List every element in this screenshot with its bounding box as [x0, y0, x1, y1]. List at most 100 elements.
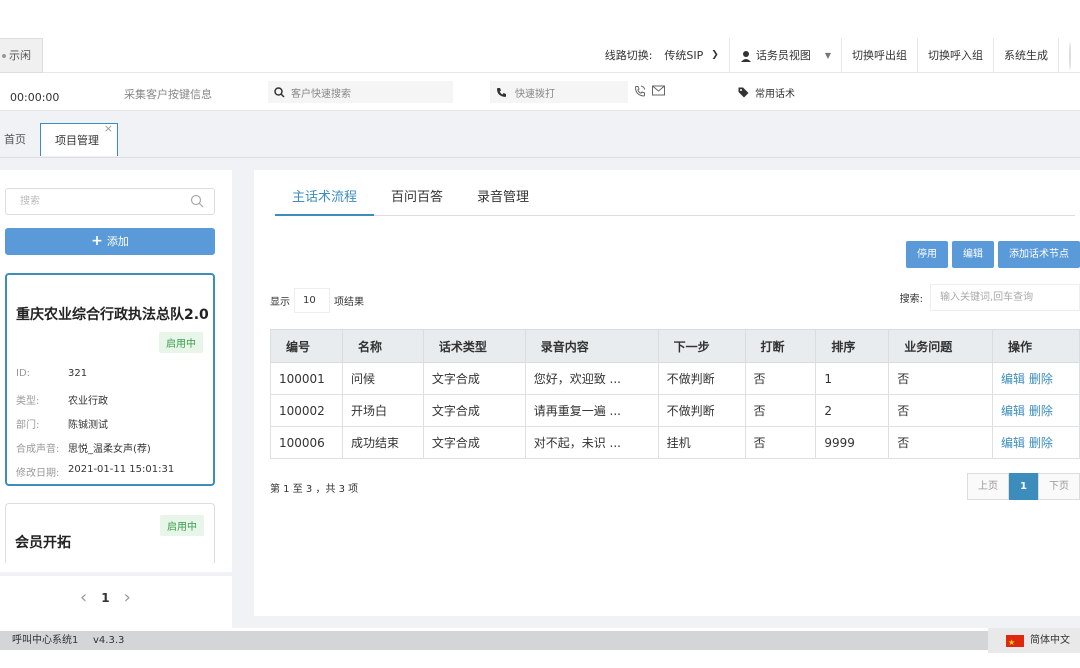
row-delete-link[interactable]: 删除 [1029, 436, 1053, 450]
cell-business: 否 [888, 394, 994, 427]
cell-id: 100001 [270, 362, 343, 395]
page-tabs: 首页 项目管理 × [0, 111, 1080, 158]
cell-interrupt: 否 [744, 426, 817, 459]
project-card-title: 重庆农业综合行政执法总队2.0 [16, 307, 209, 323]
quick-dial-placeholder: 快速拨打 [515, 88, 555, 100]
cell-audio: 对不起，未识 ... [524, 426, 659, 459]
avatar-container[interactable] [1058, 38, 1080, 73]
col-actions: 操作 [992, 329, 1080, 363]
top-bar: 示闲 线路切换: 传统SIP ❯ 话务员视图 ▼ 切换呼出组 切换呼入组 系统生… [0, 38, 1080, 73]
row-edit-link[interactable]: 编辑 [1001, 372, 1025, 386]
table-header-row: 编号 名称 话术类型 录音内容 下一步 打断 排序 业务问题 操作 [270, 329, 1080, 363]
table-pagination: 上页 1 下页 [967, 473, 1080, 500]
col-next[interactable]: 下一步 [657, 329, 746, 363]
project-card-selected[interactable]: 重庆农业综合行政执法总队2.0 启用中 ID: 321 类型: 农业行政 部门: 陈铖… [5, 273, 215, 486]
add-script-node-button[interactable]: 添加话术节点 [998, 241, 1080, 268]
row-delete-link[interactable]: 删除 [1029, 372, 1053, 386]
current-page[interactable]: 1 [101, 591, 109, 605]
next-page-button[interactable]: 下页 [1038, 473, 1080, 500]
status-label: 示闲 [9, 49, 31, 62]
main-area: 搜索 + 添加 重庆农业综合行政执法总队2.0 启用中 ID: 321 类型: 农业行… [0, 158, 1080, 628]
col-audio[interactable]: 录音内容 [524, 329, 659, 363]
project-search-placeholder: 搜索 [20, 196, 40, 207]
avatar[interactable] [1069, 41, 1071, 70]
edit-button[interactable]: 编辑 [952, 241, 994, 268]
common-scripts-button[interactable]: 常用话术 [738, 85, 795, 100]
status-badge: 启用中 [160, 515, 204, 536]
project-card[interactable]: 启用中 会员开拓 [5, 503, 215, 563]
table-search: 搜索: 输入关键词,回车查询 [900, 284, 1080, 311]
divider [0, 572, 232, 576]
row-delete-link[interactable]: 删除 [1029, 404, 1053, 418]
switch-outbound-group-button[interactable]: 切换呼出组 [841, 38, 917, 73]
phone-icon [497, 87, 506, 97]
add-project-button[interactable]: + 添加 [5, 228, 215, 255]
col-order[interactable]: 排序 [815, 329, 890, 363]
call-icon[interactable] [634, 85, 646, 97]
line-switch[interactable]: 线路切换: 传统SIP ❯ [605, 38, 729, 73]
system-generated-button[interactable]: 系统生成 [993, 38, 1058, 73]
language-switcher[interactable]: 简体中文 [988, 628, 1080, 653]
current-page-button[interactable]: 1 [1009, 473, 1038, 500]
content-panel: 主话术流程 百问百答 录音管理 停用 编辑 添加话术节点 显示 10 项结果 搜… [254, 170, 1080, 616]
china-flag-icon [1006, 633, 1024, 652]
prev-page-button[interactable]: 上页 [967, 473, 1010, 500]
cell-order: 9999 [815, 426, 890, 459]
tab-recording-management[interactable]: 录音管理 [460, 188, 546, 216]
project-dept-label: 部门: [16, 420, 40, 431]
row-edit-link[interactable]: 编辑 [1001, 404, 1025, 418]
cell-actions: 编辑 删除 [992, 394, 1080, 427]
project-type-row: 类型: 农业行政 [16, 392, 108, 407]
tab-faq[interactable]: 百问百答 [374, 188, 460, 216]
switch-inbound-group-button[interactable]: 切换呼入组 [917, 38, 993, 73]
col-type[interactable]: 话术类型 [422, 329, 526, 363]
quick-dial-input[interactable]: 快速拨打 [490, 81, 628, 103]
cell-interrupt: 否 [744, 394, 817, 427]
show-prefix: 显示 [270, 297, 290, 308]
cell-name: 开场白 [341, 394, 424, 427]
cell-next: 不做判断 [657, 362, 746, 395]
customer-search-placeholder: 客户快速搜索 [291, 88, 351, 100]
col-business[interactable]: 业务问题 [888, 329, 994, 363]
system-version: v4.3.3 [93, 635, 125, 646]
table-row: 100006 成功结束 文字合成 对不起，未识 ... 挂机 否 9999 否 … [270, 426, 1080, 459]
project-search-input[interactable]: 搜索 [5, 188, 215, 215]
chevron-right-icon[interactable]: › [124, 587, 131, 608]
collect-keys-info[interactable]: 采集客户按键信息 [124, 86, 212, 102]
page-size-select[interactable]: 10 [294, 288, 330, 313]
top-right-menu: 线路切换: 传统SIP ❯ 话务员视图 ▼ 切换呼出组 切换呼入组 系统生成 [605, 38, 1080, 73]
tags-icon [738, 87, 749, 98]
status-toggle[interactable]: 示闲 [0, 38, 43, 73]
col-name[interactable]: 名称 [341, 329, 424, 363]
tab-home[interactable]: 首页 [0, 123, 40, 156]
project-voice-value: 思悦_温柔女声(荐) [68, 444, 151, 455]
tab-project-management[interactable]: 项目管理 × [40, 122, 118, 156]
disable-button[interactable]: 停用 [906, 241, 948, 268]
mail-icon[interactable] [652, 85, 665, 96]
close-icon[interactable]: × [104, 112, 113, 145]
cell-order: 1 [815, 362, 890, 395]
cell-next: 挂机 [657, 426, 746, 459]
cell-type: 文字合成 [422, 394, 526, 427]
agent-view-button[interactable]: 话务员视图 ▼ [728, 38, 841, 73]
show-suffix: 项结果 [334, 297, 364, 308]
status-bar: 呼叫中心系统1 v4.3.3 简体中文 [0, 628, 1080, 653]
table-row: 100001 问候 文字合成 您好，欢迎致 ... 不做判断 否 1 否 编辑 … [270, 362, 1080, 395]
project-date-row: 修改日期: 2021-01-11 15:01:31 [16, 464, 174, 479]
tab-main-script-flow[interactable]: 主话术流程 [275, 188, 375, 216]
language-label: 简体中文 [1030, 635, 1070, 646]
col-id[interactable]: 编号 [270, 329, 343, 363]
footer: 呼叫中心系统1 v4.3.3 简体中文 [0, 628, 1080, 668]
system-name: 呼叫中心系统1 [12, 635, 79, 646]
project-type-value: 农业行政 [68, 396, 108, 407]
status-dot-icon [2, 54, 6, 58]
cell-order: 2 [815, 394, 890, 427]
call-toolbar: 00:00:00 采集客户按键信息 客户快速搜索 快速拨打 常用话术 [0, 73, 1080, 111]
chevron-left-icon[interactable]: ‹ [80, 587, 87, 608]
col-interrupt[interactable]: 打断 [744, 329, 817, 363]
row-edit-link[interactable]: 编辑 [1001, 436, 1025, 450]
project-voice-label: 合成声音: [16, 444, 60, 455]
table-search-input[interactable]: 输入关键词,回车查询 [930, 284, 1080, 311]
project-voice-row: 合成声音: 思悦_温柔女声(荐) [16, 440, 151, 455]
customer-search-input[interactable]: 客户快速搜索 [268, 81, 453, 103]
